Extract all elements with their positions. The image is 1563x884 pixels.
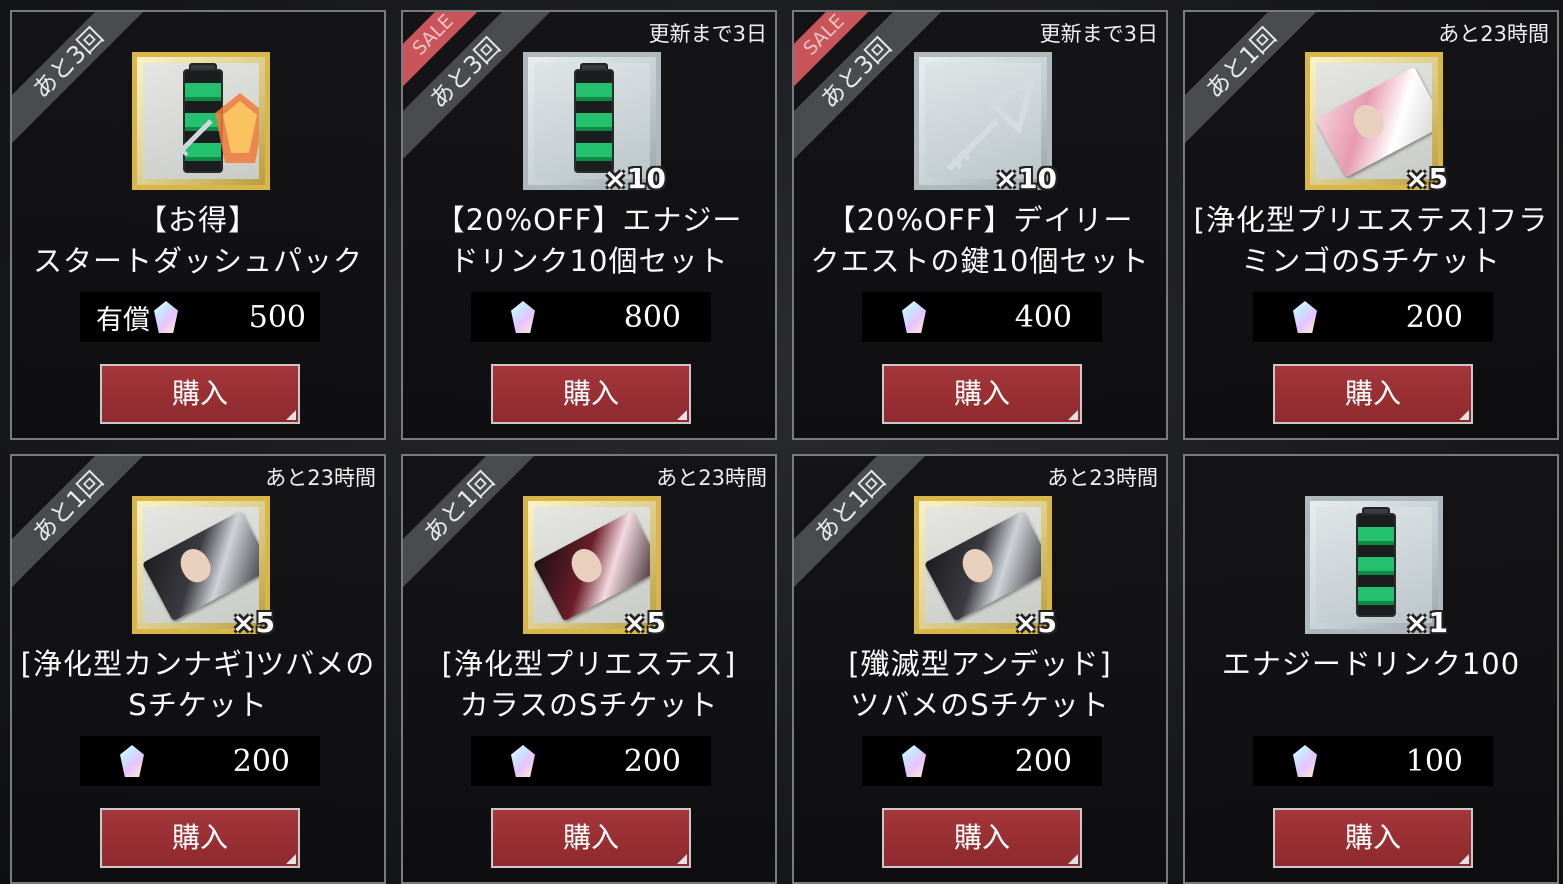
price-amount: 500 [248, 299, 306, 335]
quantity-label: ×1 [1405, 606, 1448, 639]
buy-button[interactable]: 購入 [1273, 808, 1473, 868]
energy-drink-icon [1356, 513, 1396, 617]
shop-grid: あと3回 【お得】 スタートダッシュパック 有償 500 購入 SALE あと3… [0, 0, 1563, 884]
remaining-time: あと23時間 [1047, 466, 1158, 490]
remaining-time: あと23時間 [656, 466, 767, 490]
price-box: 200 [862, 736, 1102, 786]
price-box: 200 [80, 736, 320, 786]
paid-label: 有償 [96, 304, 150, 336]
gem-icon [1293, 301, 1317, 333]
crystal-icon [215, 93, 259, 163]
buy-button[interactable]: 購入 [882, 808, 1082, 868]
quantity-label: ×5 [1014, 606, 1057, 639]
product-name: エナジードリンク100 [1221, 647, 1521, 681]
product-card-tsubame-undead-ticket: あと1回 あと23時間 ×5 [殲滅型アンデッド] ツバメのSチケット 200 … [792, 454, 1168, 884]
gem-icon [154, 301, 178, 333]
product-thumbnail[interactable] [132, 52, 270, 190]
buy-button[interactable]: 購入 [882, 364, 1082, 424]
ticket-dark-icon [925, 510, 1041, 622]
product-card-flamingo-ticket: あと1回 あと23時間 ×5 [浄化型プリエステス]フラ ミンゴのSチケット 2… [1183, 10, 1559, 440]
buy-button[interactable]: 購入 [491, 364, 691, 424]
gem-icon [120, 745, 144, 777]
product-card-energy-drink-10: SALE あと3回 更新まで3日 ×10 【20%OFF】エナジー ドリンク10… [401, 10, 777, 440]
gem-icon [902, 301, 926, 333]
quantity-label: ×5 [232, 606, 275, 639]
price-amount: 200 [1405, 299, 1463, 335]
buy-button[interactable]: 購入 [100, 808, 300, 868]
energy-drink-icon [574, 69, 614, 173]
product-name: 【20%OFF】エナジー ドリンク10個セット [435, 203, 743, 278]
product-thumbnail[interactable]: ×5 [1305, 52, 1448, 195]
buy-button[interactable]: 購入 [1273, 364, 1473, 424]
product-name: [殲滅型アンデッド] ツバメのSチケット [848, 647, 1112, 722]
buy-button[interactable]: 購入 [491, 808, 691, 868]
ticket-pink-icon [1316, 66, 1432, 178]
gem-icon [902, 745, 926, 777]
quantity-label: ×5 [623, 606, 666, 639]
product-card-tsubame-kannagi-ticket: あと1回 あと23時間 ×5 [浄化型カンナギ]ツバメの Sチケット 200 購… [10, 454, 386, 884]
quantity-label: ×10 [994, 162, 1057, 195]
ticket-red-icon [534, 510, 650, 622]
gem-icon [1293, 745, 1317, 777]
remaining-time: あと23時間 [265, 466, 376, 490]
price-box: 400 [862, 292, 1102, 342]
product-thumbnail[interactable]: ×1 [1305, 496, 1448, 639]
refresh-timer: 更新まで3日 [1039, 22, 1158, 46]
ticket-dark-icon [143, 510, 259, 622]
product-thumbnail[interactable]: ×10 [523, 52, 666, 195]
price-amount: 200 [623, 743, 681, 779]
product-card-daily-key-10: SALE あと3回 更新まで3日 ×10 【20%OFF】デイリー クエストの鍵… [792, 10, 1168, 440]
product-card-energy-drink-100: ×1 エナジードリンク100 100 購入 [1183, 454, 1559, 884]
product-card-karasu-ticket: あと1回 あと23時間 ×5 [浄化型プリエステス] カラスのSチケット 200… [401, 454, 777, 884]
price-box: 200 [471, 736, 711, 786]
product-name: 【お得】 スタートダッシュパック [32, 203, 363, 278]
price-box: 有償 500 [80, 292, 320, 342]
gem-icon [511, 301, 535, 333]
price-box: 800 [471, 292, 711, 342]
buy-button[interactable]: 購入 [100, 364, 300, 424]
price-box: 100 [1253, 736, 1493, 786]
product-name: [浄化型カンナギ]ツバメの Sチケット [20, 647, 376, 722]
product-card-starter-pack: あと3回 【お得】 スタートダッシュパック 有償 500 購入 [10, 10, 386, 440]
price-amount: 200 [232, 743, 290, 779]
product-thumbnail[interactable]: ×10 [914, 52, 1057, 195]
product-name: [浄化型プリエステス] カラスのSチケット [441, 647, 737, 722]
price-amount: 800 [623, 299, 681, 335]
price-amount: 200 [1014, 743, 1072, 779]
product-thumbnail[interactable]: ×5 [132, 496, 275, 639]
gem-icon [511, 745, 535, 777]
price-box: 200 [1253, 292, 1493, 342]
quantity-label: ×10 [603, 162, 666, 195]
price-amount: 100 [1405, 743, 1463, 779]
refresh-timer: 更新まで3日 [648, 22, 767, 46]
price-amount: 400 [1014, 299, 1072, 335]
product-name: 【20%OFF】デイリー クエストの鍵10個セット [810, 203, 1150, 278]
remaining-time: あと23時間 [1438, 22, 1549, 46]
product-thumbnail[interactable]: ×5 [914, 496, 1057, 639]
product-thumbnail[interactable]: ×5 [523, 496, 666, 639]
quantity-label: ×5 [1405, 162, 1448, 195]
product-name: [浄化型プリエステス]フラ ミンゴのSチケット [1193, 203, 1549, 278]
